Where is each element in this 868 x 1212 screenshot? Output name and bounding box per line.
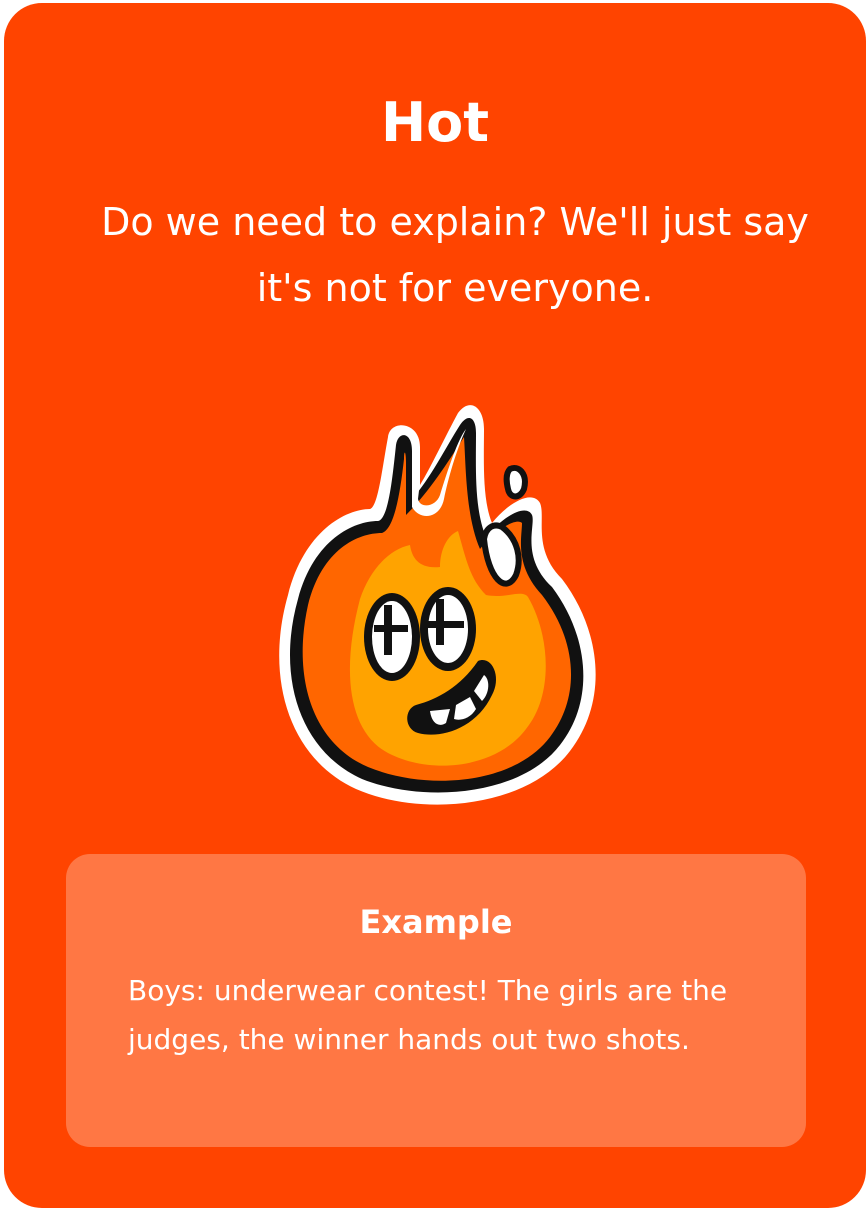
category-card: Hot Do we need to explain? We'll just sa… <box>4 3 866 1208</box>
card-description: Do we need to explain? We'll just say it… <box>101 200 809 310</box>
example-panel: Example Boys: underwear contest! The gir… <box>66 854 806 1147</box>
example-heading: Example <box>359 903 513 941</box>
card-title: Hot <box>380 91 490 154</box>
flame-mascot-icon <box>279 405 596 805</box>
example-text: Boys: underwear contest! The girls are t… <box>128 974 728 1056</box>
